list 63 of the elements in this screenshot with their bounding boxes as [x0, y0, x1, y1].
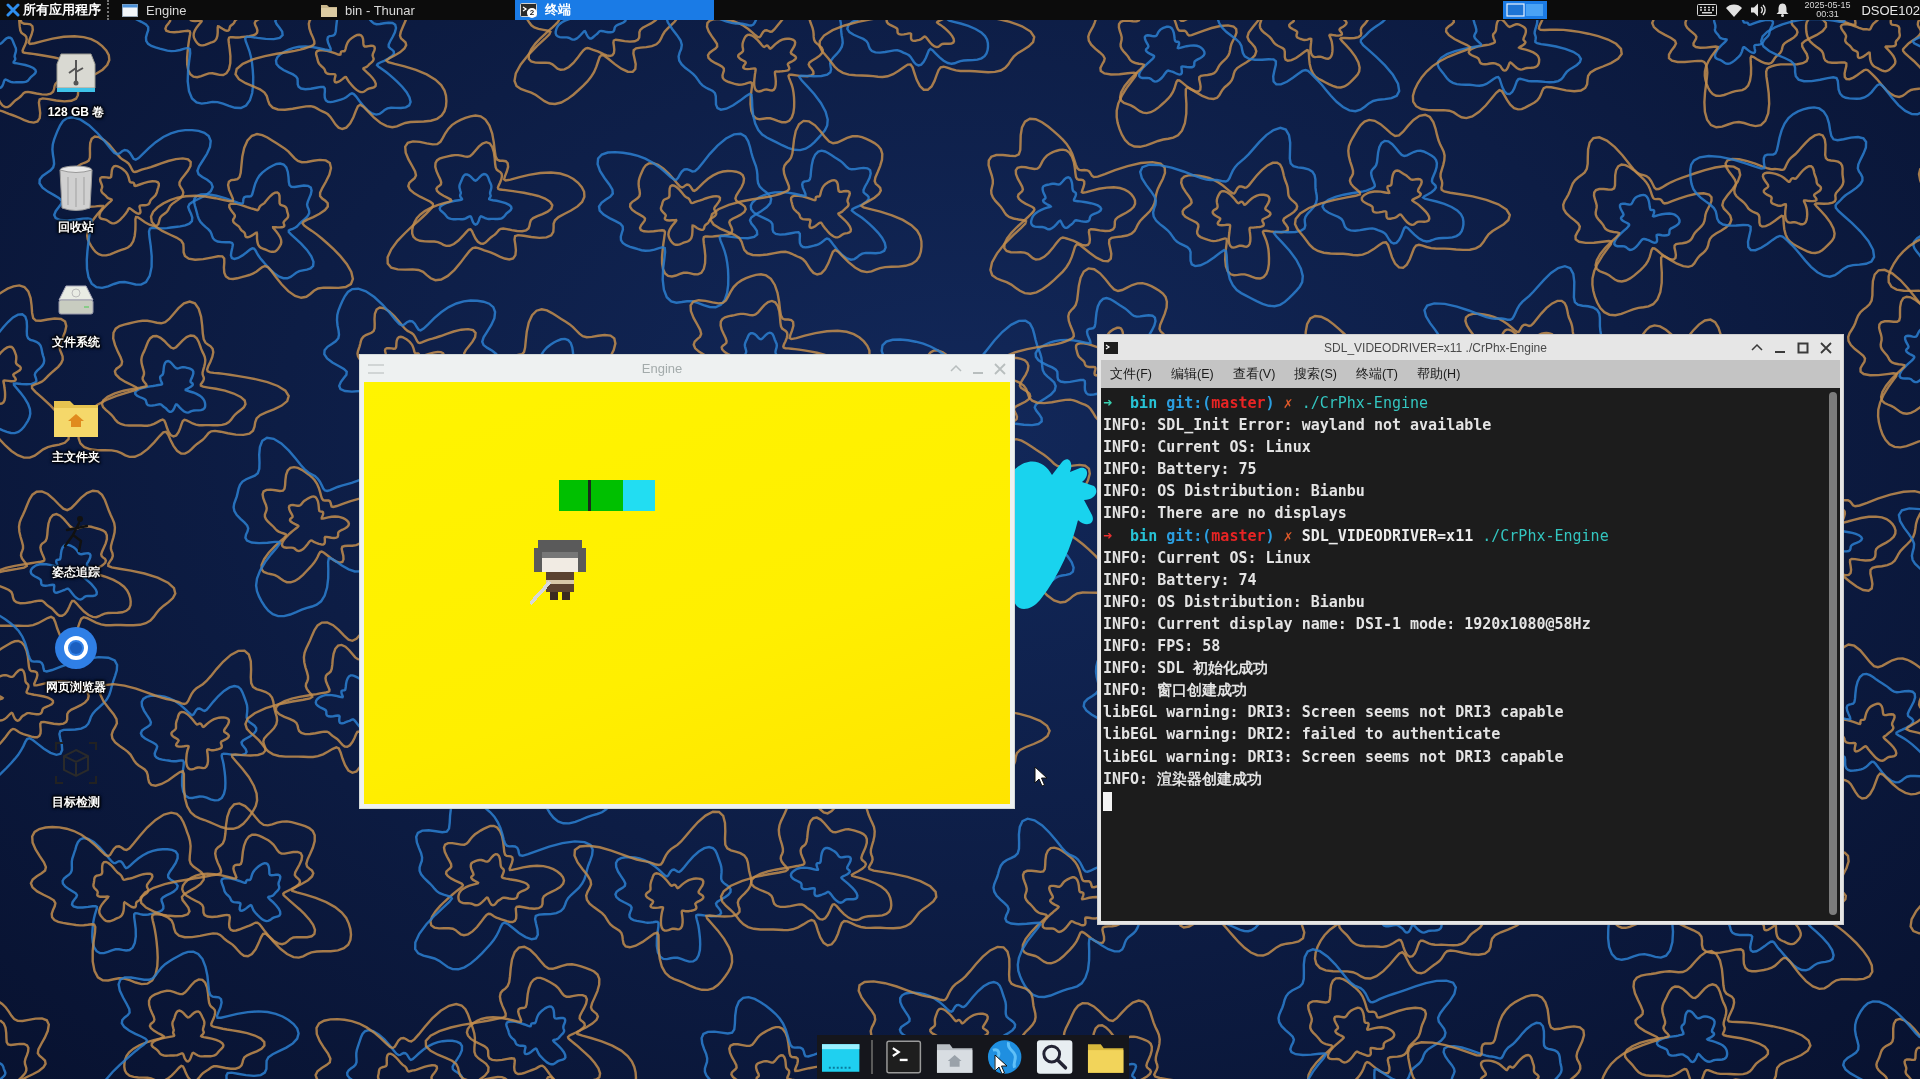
prompt-arrow: ➜	[1103, 394, 1113, 412]
log-line: INFO: OS Distribution: Bianbu	[1103, 482, 1365, 501]
close-icon[interactable]	[1820, 341, 1832, 354]
menu-item[interactable]: 查看(V)	[1232, 365, 1276, 383]
volume-icon[interactable]	[1751, 3, 1768, 17]
log-line: INFO: Battery: 74	[1103, 570, 1257, 589]
hostname-label: DSOE102	[1861, 2, 1920, 18]
log-line: INFO: Current OS: Linux	[1103, 548, 1311, 567]
log-line: INFO: OS Distribution: Bianbu	[1103, 592, 1365, 611]
keyboard-icon[interactable]	[1697, 4, 1718, 16]
terminal-icon	[1104, 341, 1118, 354]
menu-item[interactable]: 编辑(E)	[1170, 365, 1214, 383]
terminal-icon[interactable]	[884, 1038, 924, 1076]
dirty-mark: ✗	[1283, 394, 1293, 412]
bell-icon[interactable]	[1776, 3, 1790, 17]
x-logo-icon	[6, 3, 20, 17]
prompt-directory: bin	[1130, 394, 1158, 412]
prompt-directory: bin	[1130, 526, 1158, 545]
mouse-pointer-icon	[1034, 766, 1048, 787]
folder-icon	[321, 3, 337, 17]
log-line: INFO: SDL_Init Error: wayland not available	[1103, 416, 1492, 435]
desktop-icon-label[interactable]: 目标检测	[50, 794, 102, 811]
log-line: libEGL warning: DRI3: Screen seems not DRI3 capable	[1103, 747, 1564, 766]
log-line: libEGL warning: DRI3: Screen seems not DRI3 capable	[1103, 703, 1564, 722]
dirty-mark: ✗	[1283, 526, 1293, 545]
log-line: INFO: Current display name: DSI-1 mode: 1920x1080@58Hz	[1103, 614, 1591, 633]
log-line: INFO: FPS: 58	[1103, 637, 1221, 656]
git-branch-label: git:(master)	[1166, 394, 1275, 412]
search-icon[interactable]	[1035, 1038, 1075, 1076]
log-line: INFO: There are no displays	[1103, 504, 1347, 523]
git-branch-label: git:(master)	[1166, 526, 1275, 545]
command-text: ./CrPhx-Engine	[1301, 394, 1429, 412]
prompt-arrow: ➜	[1103, 526, 1113, 545]
clock-time: 00:31	[1816, 10, 1839, 19]
text-cursor	[1103, 791, 1112, 811]
taskbar-button[interactable]: bin - Thunar	[316, 0, 515, 20]
log-line: INFO: Current OS: Linux	[1103, 438, 1311, 457]
taskbar-button[interactable]: Engine	[117, 0, 316, 20]
menu-item[interactable]: 帮助(H)	[1416, 365, 1461, 383]
wifi-icon[interactable]	[1726, 3, 1743, 17]
taskbar-button[interactable]: 2 终端	[515, 0, 714, 20]
app-menu-button[interactable]: 所有应用程序	[0, 0, 105, 20]
scrollbar[interactable]	[1829, 392, 1837, 915]
desktop-icon-label[interactable]: 回收站	[56, 219, 96, 236]
window-title: SDL_VIDEODRIVER=x11 ./CrPhx-Engine	[1324, 340, 1547, 355]
menu-item[interactable]: 终端(T)	[1356, 365, 1398, 383]
clock-date: 2025-05-15	[1804, 1, 1851, 10]
desktop-icon-label[interactable]: 主文件夹	[50, 449, 102, 466]
mouse-pointer-icon	[994, 1054, 1008, 1075]
workspace-switcher-icon[interactable]	[1503, 1, 1548, 19]
log-line: libEGL warning: DRI2: failed to authenticate	[1103, 725, 1501, 744]
log-line: INFO: 窗口创建成功	[1103, 681, 1248, 700]
log-line: INFO: SDL 初始化成功	[1103, 659, 1269, 678]
command-text: SDL_VIDEODRIVER=x11 ./CrPhx-Engine	[1301, 526, 1609, 545]
window-title: Engine	[641, 361, 683, 376]
maximize-icon[interactable]	[1797, 341, 1809, 354]
menu-item[interactable]: 搜索(S)	[1294, 365, 1337, 383]
menu-item[interactable]: 文件(F)	[1110, 365, 1152, 383]
log-line: INFO: 渲染器创建成功	[1103, 769, 1263, 788]
desktop-icon-label[interactable]: 128 GB 卷	[45, 104, 107, 121]
window-count-badge: 2	[527, 8, 537, 18]
app-window-icon	[122, 3, 138, 17]
log-line: INFO: Battery: 75	[1103, 460, 1257, 479]
